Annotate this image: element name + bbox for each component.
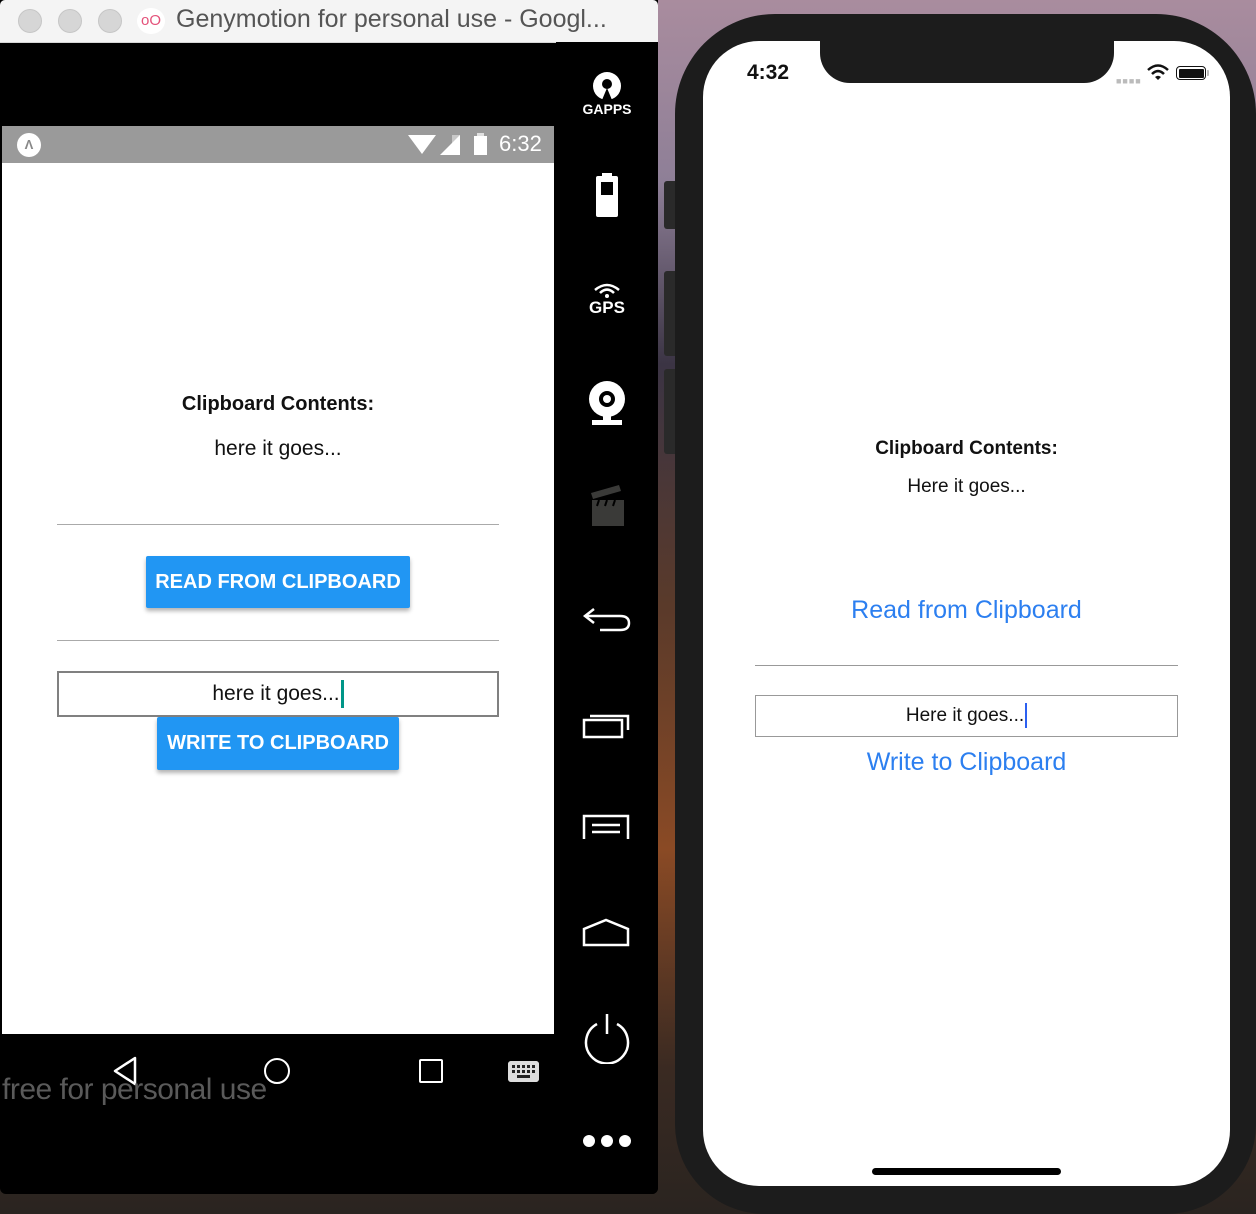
divider [57, 524, 499, 525]
close-window-button[interactable] [18, 9, 42, 33]
iphone-mute-switch [664, 181, 675, 229]
divider [755, 665, 1178, 666]
android-input-value: here it goes... [212, 682, 340, 705]
android-screen: Λ 6:32 Clipboard Contents: here it goes.… [2, 126, 554, 1034]
expo-icon: Λ [17, 133, 41, 157]
nav-recent-apps-icon[interactable] [419, 1059, 443, 1083]
ios-clipboard-title: Clipboard Contents: [875, 438, 1058, 459]
android-status-time: 6:32 [499, 131, 542, 156]
android-write-clipboard-button[interactable]: WRITE TO CLIPBOARD [157, 717, 399, 770]
zoom-window-button[interactable] [98, 9, 122, 33]
text-caret [340, 680, 344, 709]
window-title: Genymotion for personal use - Googl... [176, 5, 607, 33]
android-read-clipboard-button[interactable]: READ FROM CLIPBOARD [146, 556, 410, 608]
webcam-icon [589, 381, 625, 425]
home-indicator[interactable] [872, 1168, 1061, 1175]
gapps-button[interactable]: GAPPS [556, 68, 658, 120]
home-button[interactable] [556, 912, 658, 952]
android-clipboard-input[interactable]: here it goes... [57, 671, 499, 717]
divider [57, 640, 499, 641]
android-status-bar: Λ 6:32 [2, 126, 554, 163]
ios-clipboard-input[interactable]: Here it goes... [755, 695, 1178, 737]
ios-write-clipboard-button[interactable]: Write to Clipboard [703, 748, 1230, 777]
wifi-icon [1147, 64, 1169, 80]
back-icon [582, 608, 631, 632]
back-button[interactable] [556, 600, 658, 640]
webcam-button[interactable] [556, 378, 658, 428]
home-icon [582, 918, 630, 947]
ios-clipboard-content: Here it goes... [907, 476, 1026, 497]
genymotion-logo-icon: oO [137, 8, 165, 34]
more-icon [583, 1135, 631, 1147]
gapps-icon [593, 72, 621, 100]
ios-input-value: Here it goes... [905, 705, 1025, 726]
battery-button[interactable] [556, 170, 658, 220]
menu-button[interactable] [556, 807, 658, 847]
window-titlebar: oO Genymotion for personal use - Googl..… [0, 0, 658, 43]
wifi-icon [408, 135, 436, 154]
gapps-label: GAPPS [582, 101, 632, 117]
gps-button[interactable]: GPS [556, 276, 658, 324]
recent-apps-icon [582, 714, 630, 739]
iphone-volume-down [664, 369, 675, 454]
battery-icon [474, 133, 487, 155]
signal-icon [440, 135, 460, 155]
clapperboard-icon [591, 485, 624, 526]
ios-battery-icon [1176, 66, 1206, 80]
text-caret [1025, 703, 1028, 729]
battery-fill [1178, 68, 1204, 78]
cellular-signal-icon: ■■■■ [1116, 76, 1142, 86]
genymotion-side-panel: GAPPS GPS [556, 42, 658, 1194]
keyboard-icon[interactable] [508, 1061, 539, 1082]
battery-tip [1207, 70, 1209, 76]
android-clipboard-content: here it goes... [214, 437, 342, 460]
nav-home-icon[interactable] [264, 1058, 290, 1084]
power-icon [584, 1014, 630, 1064]
genymotion-window: oO Genymotion for personal use - Googl..… [0, 0, 658, 1194]
android-clipboard-title: Clipboard Contents: [181, 393, 375, 415]
gps-icon [594, 283, 620, 298]
minimize-window-button[interactable] [58, 9, 82, 33]
personal-use-watermark: free for personal use [2, 1073, 267, 1106]
ios-read-clipboard-button[interactable]: Read from Clipboard [703, 596, 1230, 625]
more-button[interactable] [556, 1130, 658, 1152]
battery-icon [596, 173, 618, 217]
ios-status-time: 4:32 [747, 61, 790, 84]
screencast-button[interactable] [556, 482, 658, 528]
iphone-volume-up [664, 271, 675, 356]
recent-apps-button[interactable] [556, 705, 658, 745]
iphone-notch [820, 30, 1114, 83]
menu-icon [582, 814, 630, 839]
power-button[interactable] [556, 1010, 658, 1066]
gps-label: GPS [589, 298, 625, 317]
